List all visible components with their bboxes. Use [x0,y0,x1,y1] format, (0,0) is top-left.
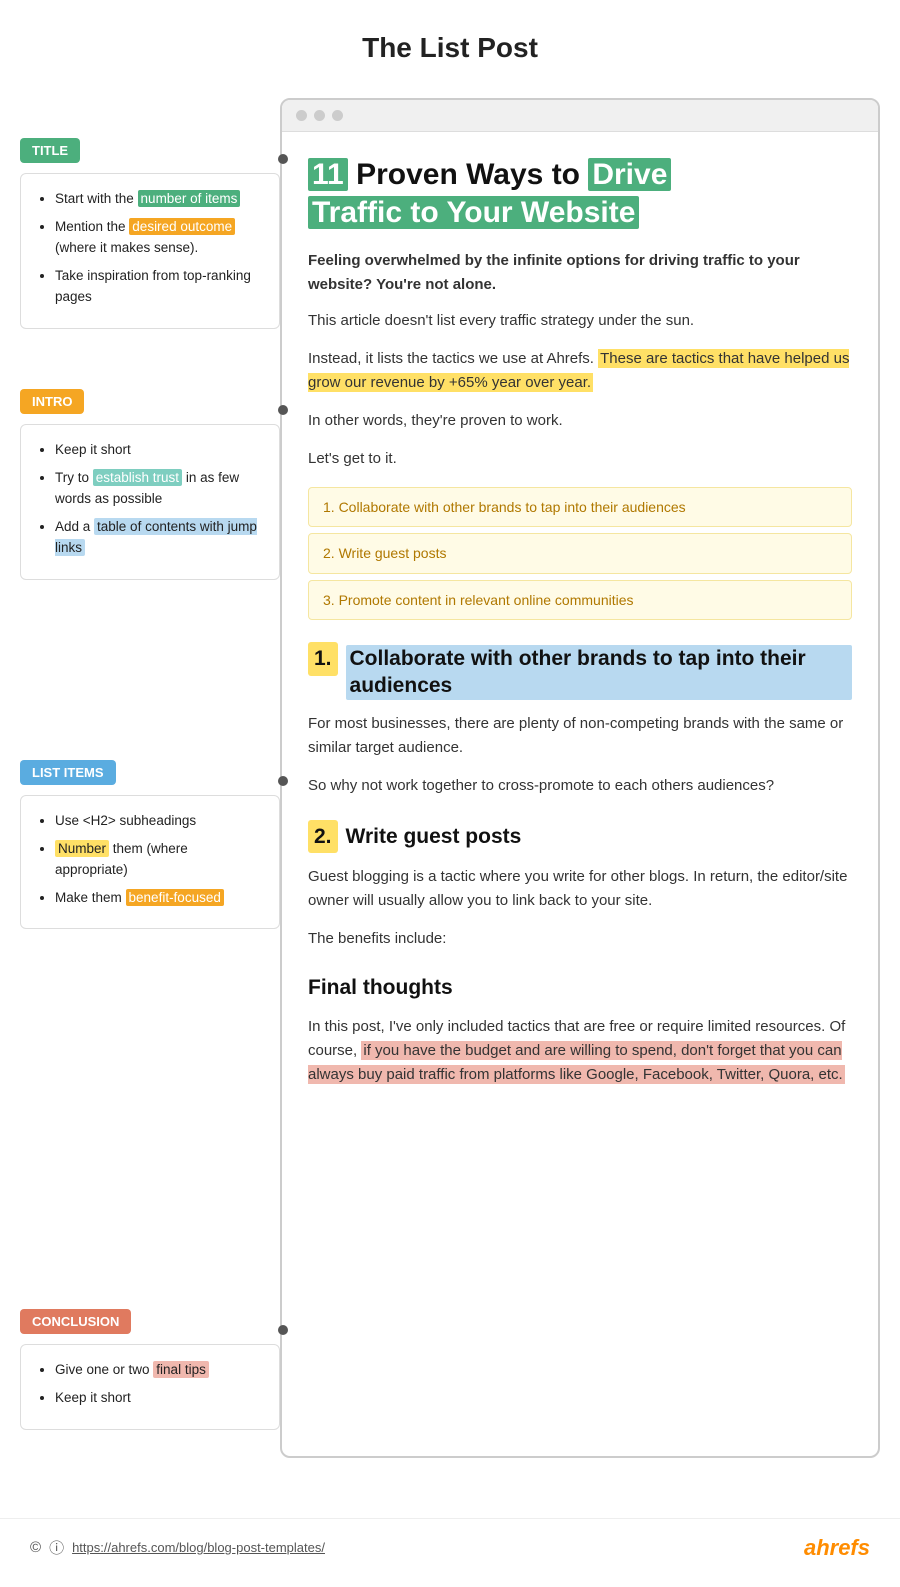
footer-url[interactable]: https://ahrefs.com/blog/blog-post-templa… [72,1540,325,1555]
article-intro-p4: Let's get to it. [308,447,852,471]
title-drive: Drive [588,158,671,191]
browser-dot-2 [314,110,325,121]
connector-dot-list-items [278,776,288,786]
highlight-desired-outcome: desired outcome [129,218,235,235]
browser-window: 11 Proven Ways to Drive Traffic to Your … [280,98,880,1458]
tip-keep-short-conclusion: Keep it short [55,1387,263,1409]
toc-item-3[interactable]: 3. Promote content in relevant online co… [308,580,852,620]
toc-item-1[interactable]: 1. Collaborate with other brands to tap … [308,487,852,527]
annotation-conclusion-block: CONCLUSION Give one or two final tips Ke… [20,1309,280,1429]
page-title: The List Post [0,0,900,88]
article-title: 11 Proven Ways to Drive Traffic to Your … [308,156,852,231]
annotation-intro-block: INTRO Keep it short Try to establish tru… [20,389,280,580]
annotation-list-items-label: LIST ITEMS [20,760,116,785]
toc-item-2[interactable]: 2. Write guest posts [308,533,852,573]
article-intro-p2: Instead, it lists the tactics we use at … [308,347,852,395]
title-text-proven: Proven Ways to [356,158,588,191]
table-of-contents: 1. Collaborate with other brands to tap … [308,487,852,620]
highlight-number-items: number of items [138,190,241,207]
highlight-number: Number [55,840,109,857]
highlight-final-tips: final tips [153,1361,209,1378]
article-intro-bold: Feeling overwhelmed by the infinite opti… [308,249,852,297]
browser-dot-1 [296,110,307,121]
info-icon: ⓘ [49,1537,64,1558]
annotation-list-items-box: Use <H2> subheadings Number them (where … [20,795,280,929]
tip-keep-short: Keep it short [55,439,263,461]
article-intro-p3: In other words, they're proven to work. [308,409,852,433]
annotation-list-items-block: LIST ITEMS Use <H2> subheadings Number t… [20,760,280,929]
annotation-title-label: TITLE [20,138,80,163]
section-1-num: 1. [308,642,338,676]
section-2-heading: 2. Write guest posts [308,820,852,854]
conclusion-heading: Final thoughts [308,971,852,1005]
article-intro-p1: This article doesn't list every traffic … [308,309,852,333]
cc-icon: © [30,1539,41,1556]
browser-bar [282,100,878,132]
annotation-intro-box: Keep it short Try to establish trust in … [20,424,280,580]
section-1-heading: 1. Collaborate with other brands to tap … [308,642,852,700]
highlight-establish-trust: establish trust [93,469,182,486]
browser-dot-3 [332,110,343,121]
connector-dot-intro [278,405,288,415]
section-1-p2: So why not work together to cross-promot… [308,774,852,798]
section-1-title: Collaborate with other brands to tap int… [346,645,852,700]
section-2-p1: Guest blogging is a tactic where you wri… [308,865,852,913]
section-2-p2: The benefits include: [308,927,852,951]
tip-inspiration: Take inspiration from top-ranking pages [55,265,263,308]
title-number: 11 [308,158,348,191]
tip-h2: Use <H2> subheadings [55,810,263,832]
annotation-intro-label: INTRO [20,389,84,414]
connector-dot-title [278,154,288,164]
conclusion-highlight: if you have the budget and are willing t… [308,1041,845,1084]
annotation-title-box: Start with the number of items Mention t… [20,173,280,329]
ahrefs-logo: ahrefs [804,1535,870,1561]
highlight-toc: table of contents with jump links [55,518,257,557]
title-traffic: Traffic to Your Website [308,196,639,229]
annotation-conclusion-label: CONCLUSION [20,1309,131,1334]
highlight-benefit-focused: benefit-focused [126,889,224,906]
page-footer: © ⓘ https://ahrefs.com/blog/blog-post-te… [0,1518,900,1577]
article-content: 11 Proven Ways to Drive Traffic to Your … [282,132,878,1125]
section-2-num: 2. [308,820,338,854]
section-1-p1: For most businesses, there are plenty of… [308,712,852,760]
intro-p2-text: Instead, it lists the tactics we use at … [308,350,594,367]
annotation-title-block: TITLE Start with the number of items Men… [20,138,280,329]
conclusion-p1: In this post, I've only included tactics… [308,1015,852,1087]
section-2-title: Write guest posts [346,820,522,854]
footer-left: © ⓘ https://ahrefs.com/blog/blog-post-te… [30,1537,325,1558]
annotation-conclusion-box: Give one or two final tips Keep it short [20,1344,280,1429]
